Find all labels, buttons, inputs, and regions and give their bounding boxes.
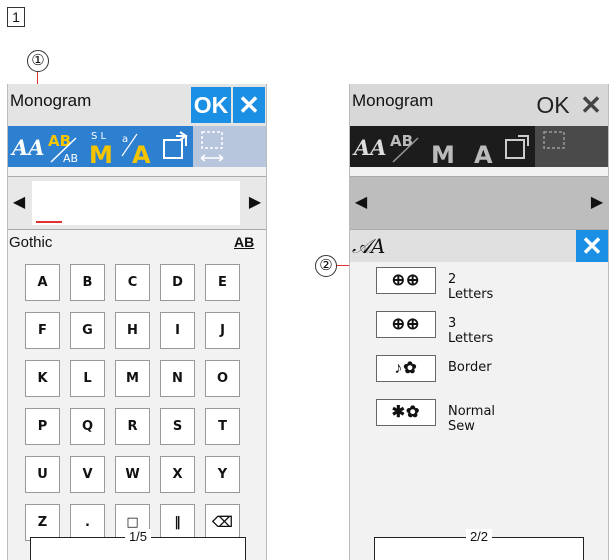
cursor-left-button[interactable]: ◀ (8, 177, 30, 229)
svg-text:M: M (431, 141, 455, 167)
case-toggle-button[interactable]: AB (234, 234, 254, 250)
text-input-bar: ◀ ▶ (350, 176, 608, 230)
page-indicator-text: 1/5 (124, 529, 152, 544)
letter-case-icon: A (461, 126, 498, 167)
cursor-left-button: ◀ (354, 194, 368, 211)
step-number: 1 (7, 7, 25, 27)
cursor-right-button[interactable]: ▶ (244, 177, 266, 229)
text-cursor (36, 221, 62, 223)
key-q[interactable]: Q (70, 408, 105, 445)
page-indicator-text: 2/2 (465, 529, 493, 544)
letter-case-icon[interactable]: aA (119, 126, 156, 167)
file-open-icon (498, 126, 535, 167)
key-f[interactable]: F (25, 312, 60, 349)
file-open-icon[interactable] (156, 126, 193, 167)
key-o[interactable]: O (205, 360, 240, 397)
monogram-m-icon[interactable]: S LM (82, 126, 119, 167)
key-y[interactable]: Y (205, 456, 240, 493)
key-r[interactable]: R (115, 408, 150, 445)
key-l[interactable]: L (70, 360, 105, 397)
toolbar: AA AB M A (350, 126, 608, 167)
svg-text:AB: AB (63, 152, 78, 165)
normal-sew-button[interactable]: ✱✿ (376, 399, 436, 426)
close-icon[interactable]: ✕ (233, 87, 265, 123)
key-m[interactable]: M (115, 360, 150, 397)
svg-text:M: M (89, 141, 113, 167)
key-b[interactable]: B (70, 264, 105, 301)
svg-text:AB: AB (390, 132, 413, 150)
toolbar: AA AB AB S LM aA (8, 126, 266, 167)
letter-size-icon: AB (387, 126, 424, 167)
svg-text:A: A (474, 141, 493, 167)
two-letters-icon: ⊕⊕ (391, 272, 421, 289)
option-label: Normal Sew (448, 404, 496, 434)
svg-text:a: a (122, 134, 128, 145)
monogram-text-field[interactable] (32, 181, 240, 225)
three-letters-icon: ⊕⊕ (391, 316, 421, 333)
option-label: 3 Letters (448, 316, 494, 346)
key-a[interactable]: A (25, 264, 60, 301)
key-w[interactable]: W (115, 456, 150, 493)
svg-text:A: A (132, 141, 151, 167)
letter-size-icon[interactable]: AB AB (45, 126, 82, 167)
font-select-icon: AA (350, 126, 387, 167)
svg-text:AB: AB (48, 132, 71, 150)
close-panel-icon[interactable]: ✕ (576, 230, 608, 262)
font-select-icon[interactable]: AA (8, 126, 45, 167)
key-j[interactable]: J (205, 312, 240, 349)
page-indicator: 2/2 (374, 529, 584, 560)
close-icon: ✕ (580, 90, 602, 120)
key-u[interactable]: U (25, 456, 60, 493)
right-screen: Monogram OK ✕ AA AB M A ◀ ▶ 𝒜A ✕ ⊕⊕ 2 Let… (349, 84, 609, 560)
key-d[interactable]: D (160, 264, 195, 301)
callout-2: ② (315, 255, 337, 277)
key-i[interactable]: I (160, 312, 195, 349)
screen-title: Monogram (352, 91, 434, 110)
border-icon: ♪✿ (394, 360, 418, 377)
text-input-bar: ◀ ▶ (8, 176, 266, 230)
separator-key[interactable]: ‖ (160, 504, 195, 541)
callout-1: ① (27, 50, 49, 72)
layout-icon[interactable] (193, 126, 266, 167)
normal-sew-icon: ✱✿ (391, 404, 421, 421)
key-h[interactable]: H (115, 312, 150, 349)
font-panel-header: 𝒜A ✕ (350, 230, 608, 262)
screen-title: Monogram (10, 91, 92, 110)
font-name: Gothic (9, 234, 53, 251)
option-label: Border (448, 360, 492, 375)
key-c[interactable]: C (115, 264, 150, 301)
two-letters-button[interactable]: ⊕⊕ (376, 267, 436, 294)
cursor-right-button: ▶ (590, 194, 604, 211)
key-x[interactable]: X (160, 456, 195, 493)
key-e[interactable]: E (205, 264, 240, 301)
monogram-m-icon: M (424, 126, 461, 167)
ok-button: OK (536, 92, 570, 118)
page-indicator: 1/5 (30, 529, 246, 560)
svg-text:AA: AA (352, 135, 387, 160)
left-screen: Monogram OK ✕ AA AB AB S LM aA ◀ ▶ Gothic… (7, 84, 267, 560)
key-t[interactable]: T (205, 408, 240, 445)
layout-icon (535, 126, 608, 167)
key-s[interactable]: S (160, 408, 195, 445)
three-letters-button[interactable]: ⊕⊕ (376, 311, 436, 338)
backspace-key[interactable]: ⌫ (205, 504, 240, 541)
key-z[interactable]: Z (25, 504, 60, 541)
svg-text:AA: AA (10, 135, 45, 160)
option-label: 2 Letters (448, 272, 494, 302)
key-n[interactable]: N (160, 360, 195, 397)
key-k[interactable]: K (25, 360, 60, 397)
panel-title: 𝒜A (352, 234, 386, 258)
period-key[interactable]: . (70, 504, 105, 541)
border-button[interactable]: ♪✿ (376, 355, 436, 382)
key-p[interactable]: P (25, 408, 60, 445)
ok-button[interactable]: OK (191, 87, 231, 123)
title-bar: Monogram OK ✕ (8, 84, 266, 126)
key-v[interactable]: V (70, 456, 105, 493)
title-bar: Monogram OK ✕ (350, 84, 608, 126)
key-g[interactable]: G (70, 312, 105, 349)
